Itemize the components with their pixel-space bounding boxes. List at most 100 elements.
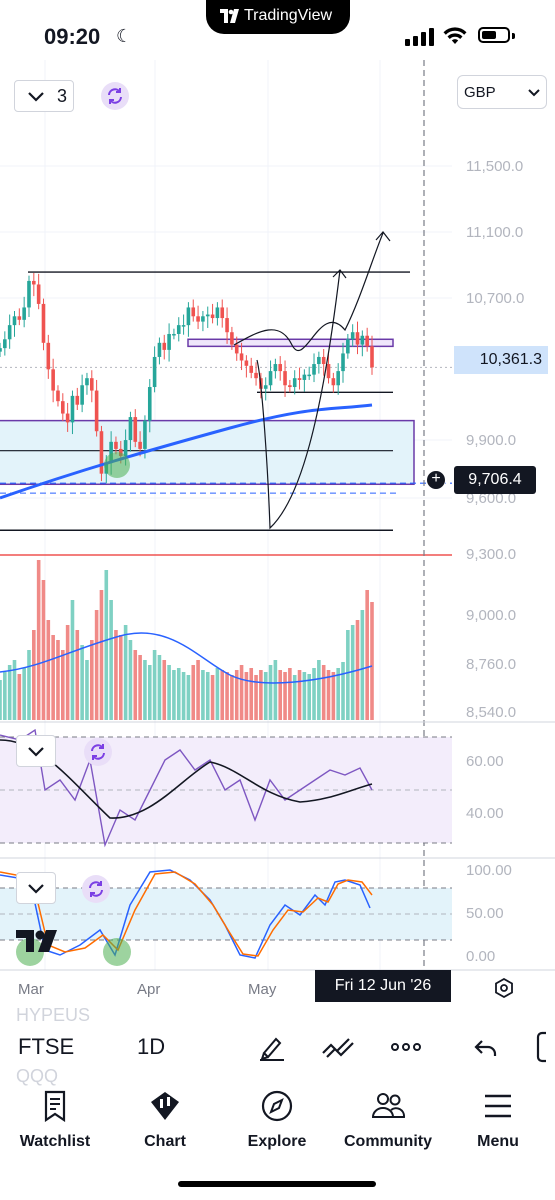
- battery-icon: [478, 27, 510, 43]
- volume-bar: [138, 655, 142, 720]
- candle-body: [70, 395, 75, 423]
- status-time: 09:20: [44, 24, 101, 49]
- volume-bar: [114, 630, 118, 720]
- candle-body: [317, 356, 321, 365]
- candle-body: [254, 372, 258, 379]
- last-price-label: 10,361.3: [454, 346, 548, 374]
- nav-watchlist[interactable]: Watchlist: [0, 1090, 110, 1151]
- stoch-sync-button[interactable]: [82, 875, 110, 903]
- volume-bar: [288, 668, 292, 720]
- watchlist-prev-symbol[interactable]: HYPEUS: [16, 1005, 90, 1026]
- volume-bar: [230, 675, 234, 720]
- volume-bar: [94, 610, 99, 720]
- volume-bar: [196, 660, 200, 720]
- candle-body: [89, 378, 94, 391]
- nav-explore[interactable]: Explore: [222, 1090, 332, 1151]
- rsi-sync-button[interactable]: [84, 738, 112, 766]
- candle-body: [370, 346, 374, 368]
- price-axis-tick: 11,100.0: [466, 224, 524, 241]
- more-options-icon[interactable]: [390, 1031, 422, 1063]
- candle-body: [215, 307, 220, 319]
- volume-bar: [302, 672, 307, 720]
- nav-community[interactable]: Community: [333, 1090, 443, 1151]
- volume-bar: [51, 635, 55, 720]
- candle-body: [128, 417, 133, 441]
- sync-icon: [89, 881, 103, 897]
- indicators-icon[interactable]: [321, 1031, 355, 1063]
- volume-bar: [75, 630, 80, 720]
- chevron-down-icon: [28, 92, 44, 102]
- candle-body: [3, 339, 7, 349]
- candle-body: [172, 333, 176, 336]
- candle-body: [85, 378, 89, 386]
- menu-icon: [485, 1094, 511, 1118]
- candle-body: [143, 420, 147, 449]
- sync-icon: [91, 744, 105, 760]
- candle-body: [263, 385, 268, 389]
- candle-body: [205, 314, 210, 317]
- candle-body: [123, 440, 128, 456]
- volume-bar: [239, 665, 244, 720]
- candle-body: [350, 332, 355, 340]
- volume-bar: [22, 668, 26, 720]
- candle-body: [176, 325, 181, 334]
- candle-body: [162, 342, 167, 350]
- candle-body: [7, 325, 12, 340]
- price-axis-tick: 11,500.0: [466, 158, 524, 175]
- volume-bar: [157, 655, 162, 720]
- candle-body: [210, 314, 215, 319]
- candle-body: [283, 371, 287, 386]
- candle-body: [297, 378, 302, 380]
- volume-bar: [360, 610, 365, 720]
- fullscreen-icon[interactable]: [536, 1031, 555, 1063]
- time-axis-tick: May: [248, 981, 277, 998]
- price-axis-tick: 9,300.0: [466, 546, 517, 563]
- drawing-tool-icon[interactable]: [256, 1031, 288, 1063]
- currency-select[interactable]: GBP: [457, 75, 547, 109]
- candle-body: [61, 401, 65, 414]
- undo-icon[interactable]: [472, 1031, 500, 1063]
- volume-bar: [220, 670, 225, 720]
- volume-axis-tick: 8,760.0: [466, 656, 517, 673]
- candle-body: [65, 413, 70, 423]
- interval-button[interactable]: 1D: [137, 1034, 165, 1060]
- volume-bar: [109, 600, 113, 720]
- rsi-collapse-button[interactable]: [16, 735, 56, 767]
- volume-bar: [210, 675, 215, 720]
- candle-body: [360, 335, 365, 345]
- candle-body: [46, 342, 51, 370]
- volume-bar: [201, 670, 205, 720]
- volume-bar: [46, 620, 51, 720]
- candle-body: [312, 364, 316, 375]
- add-alert-icon[interactable]: +: [426, 470, 446, 490]
- candle-body: [186, 307, 191, 326]
- candle-body: [152, 356, 157, 388]
- volume-bar: [181, 672, 186, 720]
- chevron-down-icon: [28, 884, 44, 894]
- volume-bar: [331, 672, 336, 720]
- nav-label: Chart: [144, 1133, 186, 1150]
- volume-bar: [99, 590, 104, 720]
- volume-bar: [370, 602, 374, 720]
- nav-label: Watchlist: [19, 1133, 91, 1150]
- battery-tip: [512, 33, 515, 39]
- candle-body: [321, 356, 326, 365]
- nav-menu[interactable]: Menu: [443, 1090, 553, 1151]
- symbol-button[interactable]: FTSE: [18, 1034, 74, 1060]
- chevron-down-icon: [528, 89, 540, 97]
- pane-collapse-button[interactable]: 3: [14, 80, 74, 112]
- candle-body: [167, 333, 171, 350]
- indicator-count: 3: [57, 86, 68, 106]
- volume-bar: [32, 630, 36, 720]
- sync-button[interactable]: [101, 82, 129, 110]
- crosshair-price-label: 9,706.4: [454, 466, 536, 494]
- settings-hexagon-icon[interactable]: [494, 978, 514, 998]
- volume-bar: [215, 668, 220, 720]
- tradingview-logo-icon: [220, 9, 239, 23]
- nav-chart[interactable]: Chart: [110, 1090, 220, 1151]
- watchlist-next-symbol[interactable]: QQQ: [16, 1066, 58, 1087]
- candle-body: [326, 364, 331, 379]
- candle-body: [307, 374, 311, 377]
- candle-body: [196, 316, 200, 322]
- stoch-collapse-button[interactable]: [16, 872, 56, 904]
